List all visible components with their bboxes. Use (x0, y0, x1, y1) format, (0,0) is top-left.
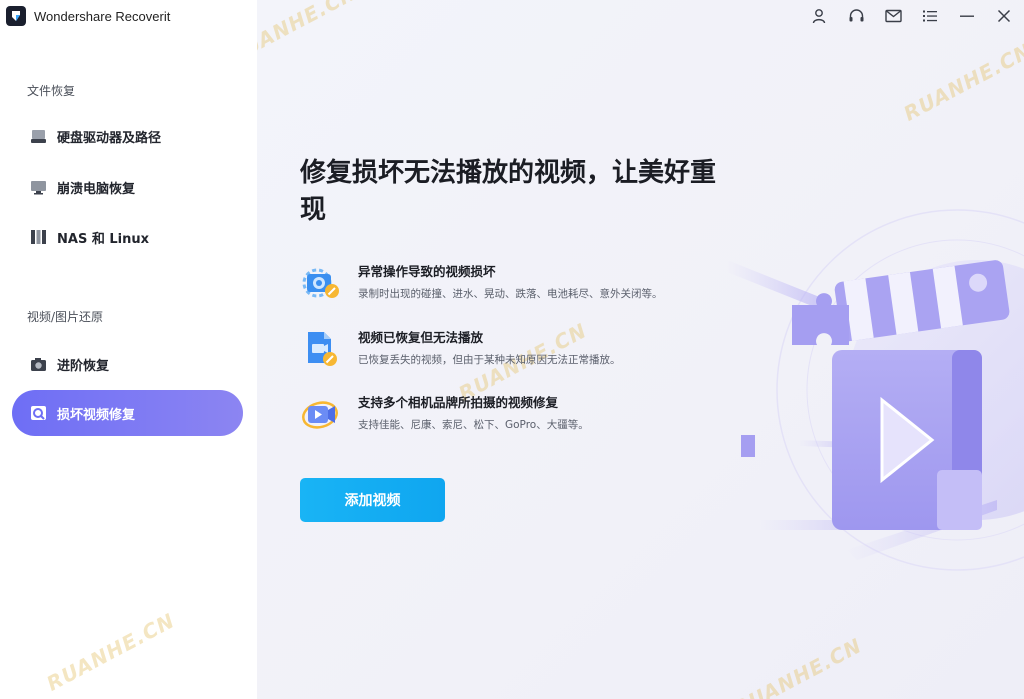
app-name: Wondershare Recoverit (34, 8, 171, 24)
sidebar-item-video-repair[interactable]: 损坏视频修复 (12, 390, 243, 436)
sidebar-item-advanced-recovery[interactable]: 进阶恢复 (12, 341, 243, 387)
video-repair-icon (29, 404, 47, 422)
feature-item: 视频已恢复但无法播放 已恢复丢失的视频，但由于某种未知原因无法正常播放。 (300, 329, 730, 369)
mail-icon[interactable] (883, 6, 903, 26)
section-label-file-recovery: 文件恢复 (27, 84, 76, 98)
close-icon[interactable] (994, 6, 1014, 26)
sidebar-item-label: 进阶恢复 (57, 358, 110, 374)
sidebar-item-label: 硬盘驱动器及路径 (57, 130, 162, 146)
feature-text: 支持多个相机品牌所拍摄的视频修复 支持佳能、尼康、索尼、松下、GoPro、大疆等… (358, 394, 589, 434)
headset-icon[interactable] (846, 6, 866, 26)
feature-title: 视频已恢复但无法播放 (358, 330, 484, 345)
sidebar: Wondershare Recoverit 文件恢复 硬盘驱动器及路径 崩溃电脑… (0, 0, 257, 699)
feature-item: 支持多个相机品牌所拍摄的视频修复 支持佳能、尼康、索尼、松下、GoPro、大疆等… (300, 394, 730, 434)
add-video-button[interactable]: 添加视频 (300, 478, 445, 522)
page-headline: 修复损坏无法播放的视频，让美好重现 (300, 158, 717, 225)
watermark-text: RUANHE.CN (257, 0, 361, 68)
feature-desc: 已恢复丢失的视频，但由于某种未知原因无法正常播放。 (358, 354, 621, 366)
nas-icon (29, 228, 47, 246)
user-icon[interactable] (809, 6, 829, 26)
watermark-text: RUANHE.CN (42, 608, 179, 696)
sidebar-item-hard-drive[interactable]: 硬盘驱动器及路径 (12, 113, 243, 159)
video-clapper-illustration (697, 200, 1024, 620)
feature-text: 视频已恢复但无法播放 已恢复丢失的视频，但由于某种未知原因无法正常播放。 (358, 329, 621, 369)
sidebar-item-nas-linux[interactable]: NAS 和 Linux (12, 214, 243, 260)
minimize-icon[interactable] (957, 6, 977, 26)
monitor-icon (29, 178, 47, 196)
feature-desc: 支持佳能、尼康、索尼、松下、GoPro、大疆等。 (358, 419, 589, 431)
feature-text: 异常操作导致的视频损坏 录制时出现的碰撞、进水、晃动、跌落、电池耗尽、意外关闭等… (358, 263, 663, 303)
sidebar-item-label: NAS 和 Linux (57, 231, 149, 247)
sidebar-item-label: 崩溃电脑恢复 (57, 181, 136, 197)
camera-gear-icon (300, 263, 344, 303)
watermark-text: RUANHE.CN (899, 38, 1024, 126)
feature-item: 异常操作导致的视频损坏 录制时出现的碰撞、进水、晃动、跌落、电池耗尽、意外关闭等… (300, 263, 730, 303)
watermark-text: RUANHE.CN (729, 633, 866, 699)
feature-title: 异常操作导致的视频损坏 (358, 264, 496, 279)
menu-icon[interactable] (920, 6, 940, 26)
app-title-bar: Wondershare Recoverit (6, 6, 170, 26)
sidebar-item-label: 损坏视频修复 (57, 407, 136, 423)
feature-desc: 录制时出现的碰撞、进水、晃动、跌落、电池耗尽、意外关闭等。 (358, 288, 663, 300)
section-label-video-photo: 视频/图片还原 (27, 310, 104, 324)
video-camera-icon (300, 394, 344, 434)
sidebar-item-crashed-pc[interactable]: 崩溃电脑恢复 (12, 164, 243, 210)
feature-title: 支持多个相机品牌所拍摄的视频修复 (358, 395, 559, 410)
camera-icon (29, 355, 47, 373)
window-controls (809, 6, 1014, 26)
video-file-icon (300, 329, 344, 369)
main-content: RUANHE.CN RUANHE.CN RUANHE.CN RUANHE.CN … (257, 0, 1024, 699)
hard-drive-icon (29, 127, 47, 145)
app-logo-icon (6, 6, 26, 26)
